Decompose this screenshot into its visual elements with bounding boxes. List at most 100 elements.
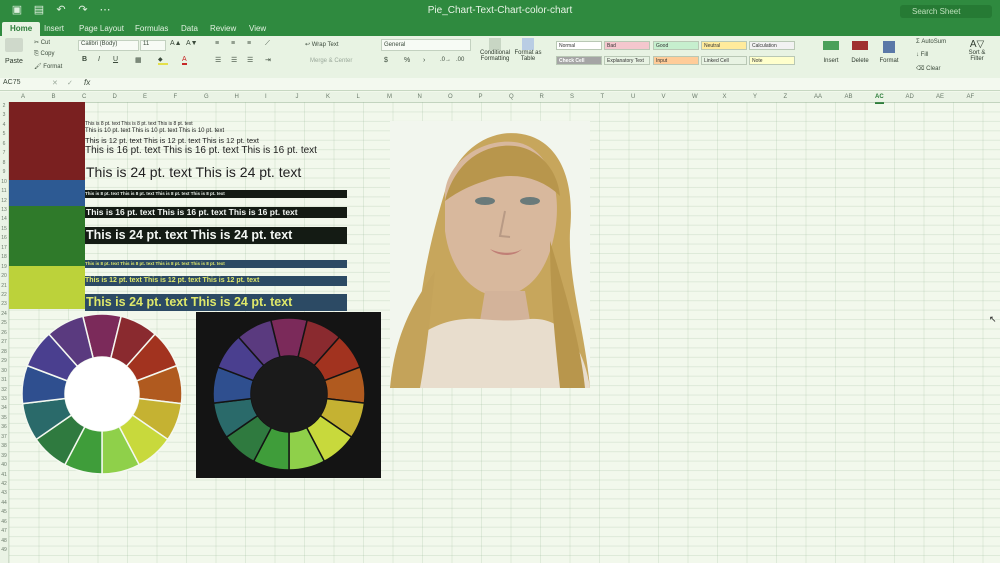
merge-center-button[interactable]: Merge & Center xyxy=(310,58,352,64)
font-family-select[interactable]: Calibri (Body) xyxy=(78,40,139,51)
row-header[interactable]: 19 xyxy=(0,264,8,270)
confirm-icon[interactable]: ✓ xyxy=(67,79,73,87)
cell-style-normal[interactable]: Normal xyxy=(556,41,602,50)
portrait-photo[interactable] xyxy=(390,121,590,388)
cell-style-input[interactable]: Input xyxy=(653,56,699,65)
wrap-text-button[interactable]: ↩ Wrap Text xyxy=(305,41,339,48)
tab-insert[interactable]: Insert xyxy=(44,22,64,36)
row-header[interactable]: 42 xyxy=(0,481,8,487)
column-header[interactable]: N xyxy=(418,92,422,102)
number-format-select[interactable]: General xyxy=(381,39,471,51)
copy-button[interactable]: ⎘ Copy xyxy=(34,51,55,58)
paste-icon[interactable] xyxy=(5,38,23,52)
function-icon[interactable]: fx xyxy=(84,78,90,87)
name-box[interactable]: AC75 xyxy=(3,79,21,86)
column-header[interactable]: X xyxy=(723,92,727,102)
column-header[interactable]: B xyxy=(52,92,56,102)
column-header[interactable]: AD xyxy=(906,92,914,102)
column-header[interactable]: V xyxy=(662,92,666,102)
cell-style-linked-cell[interactable]: Linked Cell xyxy=(701,56,747,65)
column-header[interactable]: T xyxy=(601,92,605,102)
column-header[interactable]: C xyxy=(82,92,86,102)
align-middle-icon[interactable]: ≡ xyxy=(231,40,235,47)
row-header[interactable]: 48 xyxy=(0,538,8,544)
format-cells-button[interactable]: Format xyxy=(876,41,902,64)
autosum-button[interactable]: Σ AutoSum xyxy=(916,39,946,45)
column-header[interactable]: P xyxy=(479,92,483,102)
row-header[interactable]: 39 xyxy=(0,453,8,459)
row-header[interactable]: 11 xyxy=(0,188,8,194)
row-header[interactable]: 2 xyxy=(0,103,8,109)
currency-icon[interactable]: $ xyxy=(384,57,388,64)
font-size-select[interactable]: 11 xyxy=(140,40,166,51)
underline-button[interactable]: U xyxy=(113,56,118,63)
cell-style-neutral[interactable]: Neutral xyxy=(701,41,747,50)
tab-page-layout[interactable]: Page Layout xyxy=(79,22,124,36)
row-header[interactable]: 37 xyxy=(0,434,8,440)
italic-button[interactable]: I xyxy=(98,56,100,63)
row-header[interactable]: 8 xyxy=(0,160,8,166)
align-center-icon[interactable]: ☰ xyxy=(231,56,237,64)
column-header[interactable]: AB xyxy=(845,92,853,102)
row-header[interactable]: 20 xyxy=(0,273,8,279)
shrink-font-icon[interactable]: A▼ xyxy=(186,40,198,47)
format-as-table-button[interactable]: Format as Table xyxy=(513,38,543,62)
row-header[interactable]: 28 xyxy=(0,349,8,355)
row-header[interactable]: 16 xyxy=(0,235,8,241)
cell-style-calculation[interactable]: Calculation xyxy=(749,41,795,50)
tab-home[interactable]: Home xyxy=(2,22,41,36)
insert-cells-button[interactable]: Insert xyxy=(818,41,844,64)
row-header[interactable]: 18 xyxy=(0,254,8,260)
row-header[interactable]: 30 xyxy=(0,368,8,374)
row-header[interactable]: 35 xyxy=(0,415,8,421)
align-bottom-icon[interactable]: ≡ xyxy=(247,40,251,47)
row-header[interactable]: 32 xyxy=(0,387,8,393)
fill-color-icon[interactable]: ◆ xyxy=(158,56,168,65)
clear-button[interactable]: ⌫ Clear xyxy=(916,65,941,72)
row-header[interactable]: 25 xyxy=(0,320,8,326)
decrease-decimal-icon[interactable]: .00 xyxy=(456,57,464,63)
tab-formulas[interactable]: Formulas xyxy=(135,22,168,36)
column-header[interactable]: Q xyxy=(509,92,514,102)
row-header[interactable]: 45 xyxy=(0,509,8,515)
row-header[interactable]: 40 xyxy=(0,462,8,468)
column-header[interactable]: S xyxy=(570,92,574,102)
column-header[interactable]: W xyxy=(692,92,698,102)
cell-style-bad[interactable]: Bad xyxy=(604,41,650,50)
row-header[interactable]: 17 xyxy=(0,245,8,251)
row-header[interactable]: 29 xyxy=(0,358,8,364)
column-header[interactable]: L xyxy=(357,92,360,102)
cut-button[interactable]: ✂ Cut xyxy=(34,39,50,46)
row-header[interactable]: 27 xyxy=(0,339,8,345)
column-header[interactable]: Y xyxy=(753,92,757,102)
row-header[interactable]: 5 xyxy=(0,131,8,137)
column-header[interactable]: U xyxy=(631,92,635,102)
row-header[interactable]: 44 xyxy=(0,500,8,506)
format-painter-button[interactable]: 🖌 Format xyxy=(34,63,62,70)
row-header[interactable]: 10 xyxy=(0,179,8,185)
column-header[interactable]: D xyxy=(113,92,117,102)
increase-decimal-icon[interactable]: .0→ xyxy=(440,57,451,63)
orientation-icon[interactable]: ⟋ xyxy=(265,40,270,48)
conditional-formatting-button[interactable]: Conditional Formatting xyxy=(478,38,512,62)
column-header[interactable]: Z xyxy=(784,92,788,102)
column-header[interactable]: G xyxy=(204,92,209,102)
row-header[interactable]: 38 xyxy=(0,443,8,449)
column-header[interactable]: I xyxy=(265,92,267,102)
column-header[interactable]: H xyxy=(235,92,239,102)
column-header[interactable]: E xyxy=(143,92,147,102)
color-wheel-dark[interactable] xyxy=(201,314,377,474)
cell-style-explanatory-text[interactable]: Explanatory Text xyxy=(604,56,650,65)
column-header[interactable]: AF xyxy=(967,92,975,102)
row-header[interactable]: 41 xyxy=(0,472,8,478)
row-header[interactable]: 22 xyxy=(0,292,8,298)
row-header[interactable]: 9 xyxy=(0,169,8,175)
search-input[interactable]: Search Sheet xyxy=(900,5,992,18)
row-header[interactable]: 43 xyxy=(0,490,8,496)
tab-view[interactable]: View xyxy=(249,22,266,36)
align-top-icon[interactable]: ≡ xyxy=(215,40,219,47)
delete-cells-button[interactable]: Delete xyxy=(847,41,873,64)
fill-button[interactable]: ↓ Fill xyxy=(916,52,928,58)
row-header[interactable]: 23 xyxy=(0,301,8,307)
cancel-icon[interactable]: ✕ xyxy=(52,79,58,87)
